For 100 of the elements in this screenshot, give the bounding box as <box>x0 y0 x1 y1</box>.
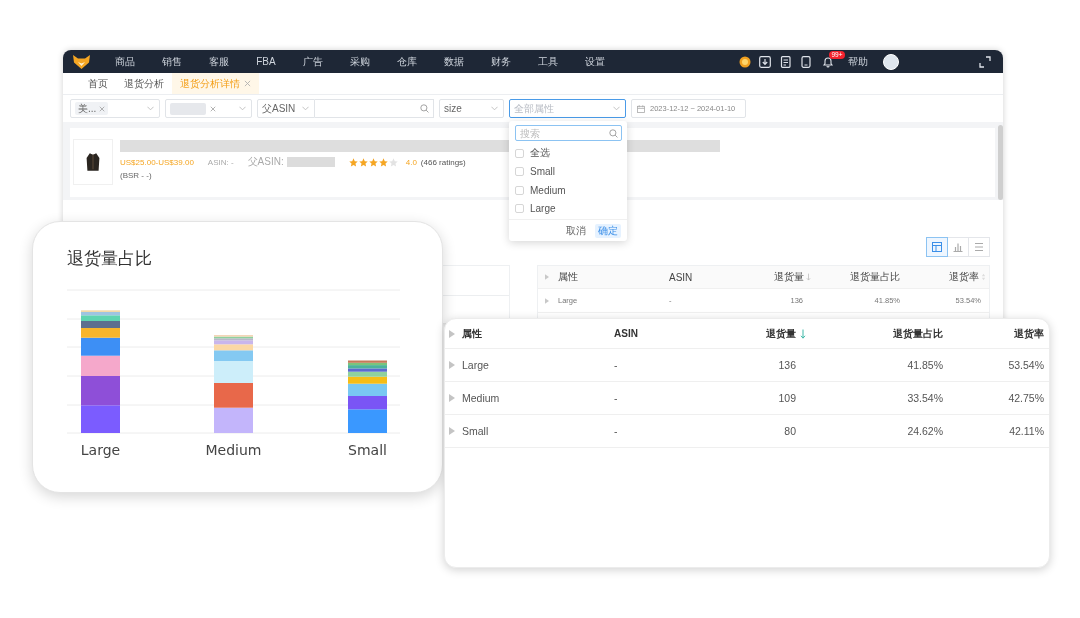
nav-menu-item[interactable]: 销售 <box>148 54 196 69</box>
column-header: ASIN <box>668 271 694 283</box>
column-header: 退货量占比 <box>892 326 944 341</box>
nav-menu-item[interactable]: 数据 <box>430 54 478 69</box>
nav-menu-item[interactable]: 工具 <box>524 54 572 69</box>
nav-menu-item[interactable]: 商品 <box>101 54 149 69</box>
bar-segment <box>214 407 253 433</box>
nav-menu-item[interactable]: 设置 <box>571 54 619 69</box>
table-cell-text: 41.85% <box>906 359 944 371</box>
search-field[interactable] <box>315 99 434 118</box>
sort-down-icon[interactable] <box>806 273 811 281</box>
bar-segment <box>81 376 120 406</box>
table-cell-text: 53.54% <box>1007 359 1045 371</box>
nav-menu-item[interactable]: 财务 <box>477 54 525 69</box>
expand-icon[interactable] <box>979 55 991 68</box>
ratings-count: (466 ratings) <box>420 157 466 167</box>
bar-chart-icon <box>953 242 963 252</box>
checkbox[interactable] <box>515 167 524 177</box>
redacted-asin-bar <box>286 157 335 167</box>
chevron-down-icon <box>613 106 620 111</box>
chevron-down-icon <box>302 106 309 111</box>
table-cell-text: 33.54% <box>906 392 944 404</box>
nav-menu-item[interactable]: 客服 <box>195 54 243 69</box>
price-range: US$25.00-US$39.00 <box>120 157 194 167</box>
close-icon[interactable] <box>99 105 106 112</box>
bar-segment <box>214 383 253 408</box>
rating-value: 4.0 <box>405 157 417 167</box>
filter-select[interactable]: size <box>439 99 504 118</box>
sort-down-icon[interactable] <box>800 328 806 339</box>
page-tab[interactable]: 首页 <box>80 73 116 94</box>
caret-icon[interactable] <box>449 394 455 402</box>
table-cell-text: Small <box>462 425 490 437</box>
caret-icon[interactable] <box>449 361 455 369</box>
document-icon[interactable] <box>780 55 792 68</box>
column-header[interactable]: 退货率 <box>904 270 989 284</box>
page-tab[interactable]: 退货分析 <box>116 73 172 94</box>
bar-label: Small <box>348 442 387 458</box>
table-cell-text: 42.11% <box>1008 425 1045 437</box>
nav-menu-item[interactable]: 采购 <box>336 54 384 69</box>
help-link[interactable]: 帮助 <box>848 54 868 69</box>
bar-label: Medium <box>205 442 262 458</box>
nav-menu-item[interactable]: 广告 <box>289 54 337 69</box>
asin-type-select[interactable]: 父ASIN <box>257 99 315 118</box>
column-header: 退货率 <box>1013 326 1045 341</box>
bell-icon[interactable] <box>822 55 834 68</box>
checkbox[interactable] <box>515 148 524 158</box>
phone-icon[interactable] <box>800 55 812 68</box>
cancel-button[interactable]: 取消 <box>563 223 589 238</box>
nav-menu-item[interactable]: 仓库 <box>383 54 431 69</box>
close-icon[interactable] <box>244 80 251 87</box>
table-cell-text: - <box>613 425 619 437</box>
close-icon[interactable] <box>210 105 216 112</box>
column-header[interactable]: 退货量 <box>741 270 811 284</box>
caret-icon[interactable] <box>449 329 455 338</box>
filter-select[interactable]: 美... <box>70 99 160 118</box>
table-icon <box>932 242 942 252</box>
column-header: ASIN <box>613 328 639 339</box>
bsr-rank: (BSR - -) <box>120 171 152 181</box>
attribute-option[interactable]: Medium <box>515 181 622 200</box>
avatar[interactable] <box>883 53 899 70</box>
checkbox[interactable] <box>515 204 524 214</box>
star-icon <box>348 157 358 167</box>
calendar-icon <box>637 104 645 113</box>
sort-icon[interactable] <box>981 273 986 281</box>
attribute-option[interactable]: 全选 <box>515 144 622 163</box>
coin-icon[interactable] <box>739 55 751 68</box>
table-cell-text: - <box>613 392 619 404</box>
bar-segment <box>81 355 120 376</box>
table-cell-text: 42.75% <box>1007 392 1045 404</box>
star-icon <box>378 157 388 167</box>
column-header: 退货量占比 <box>849 270 901 284</box>
download-icon[interactable] <box>759 55 771 68</box>
checkbox[interactable] <box>515 185 524 195</box>
dropdown-search-field[interactable]: 搜索 <box>515 125 622 141</box>
scrollbar-thumb[interactable] <box>998 125 1003 200</box>
chart-title: 退货量占比 <box>67 248 153 270</box>
search-icon[interactable] <box>609 128 618 138</box>
attribute-option[interactable]: Small <box>515 162 622 181</box>
parent-asin-label: 父ASIN: <box>247 155 284 169</box>
caret-icon[interactable] <box>449 427 455 435</box>
asin-label: ASIN: - <box>207 157 234 167</box>
view-toggle[interactable] <box>926 237 948 257</box>
table-cell-text: - <box>613 359 619 371</box>
nav-menu-item[interactable]: FBA <box>242 54 290 69</box>
selected-tag[interactable]: 美... <box>75 102 109 115</box>
bar-segment <box>81 405 120 433</box>
chevron-down-icon <box>239 106 246 111</box>
column-header: 属性 <box>462 326 483 341</box>
bar-label: Large <box>80 442 121 458</box>
attribute-option[interactable]: Large <box>515 199 622 218</box>
search-icon[interactable] <box>420 104 429 113</box>
filter-select[interactable] <box>165 99 252 118</box>
star-icon <box>358 157 368 167</box>
table-cell-text: Medium <box>462 392 501 404</box>
caret-icon[interactable] <box>545 297 549 304</box>
column-header[interactable]: 退货量 <box>720 326 808 341</box>
logo-icon[interactable] <box>73 54 90 69</box>
table-cell-text: 109 <box>777 392 797 404</box>
star-icon <box>368 157 378 167</box>
caret-icon[interactable] <box>545 274 549 280</box>
